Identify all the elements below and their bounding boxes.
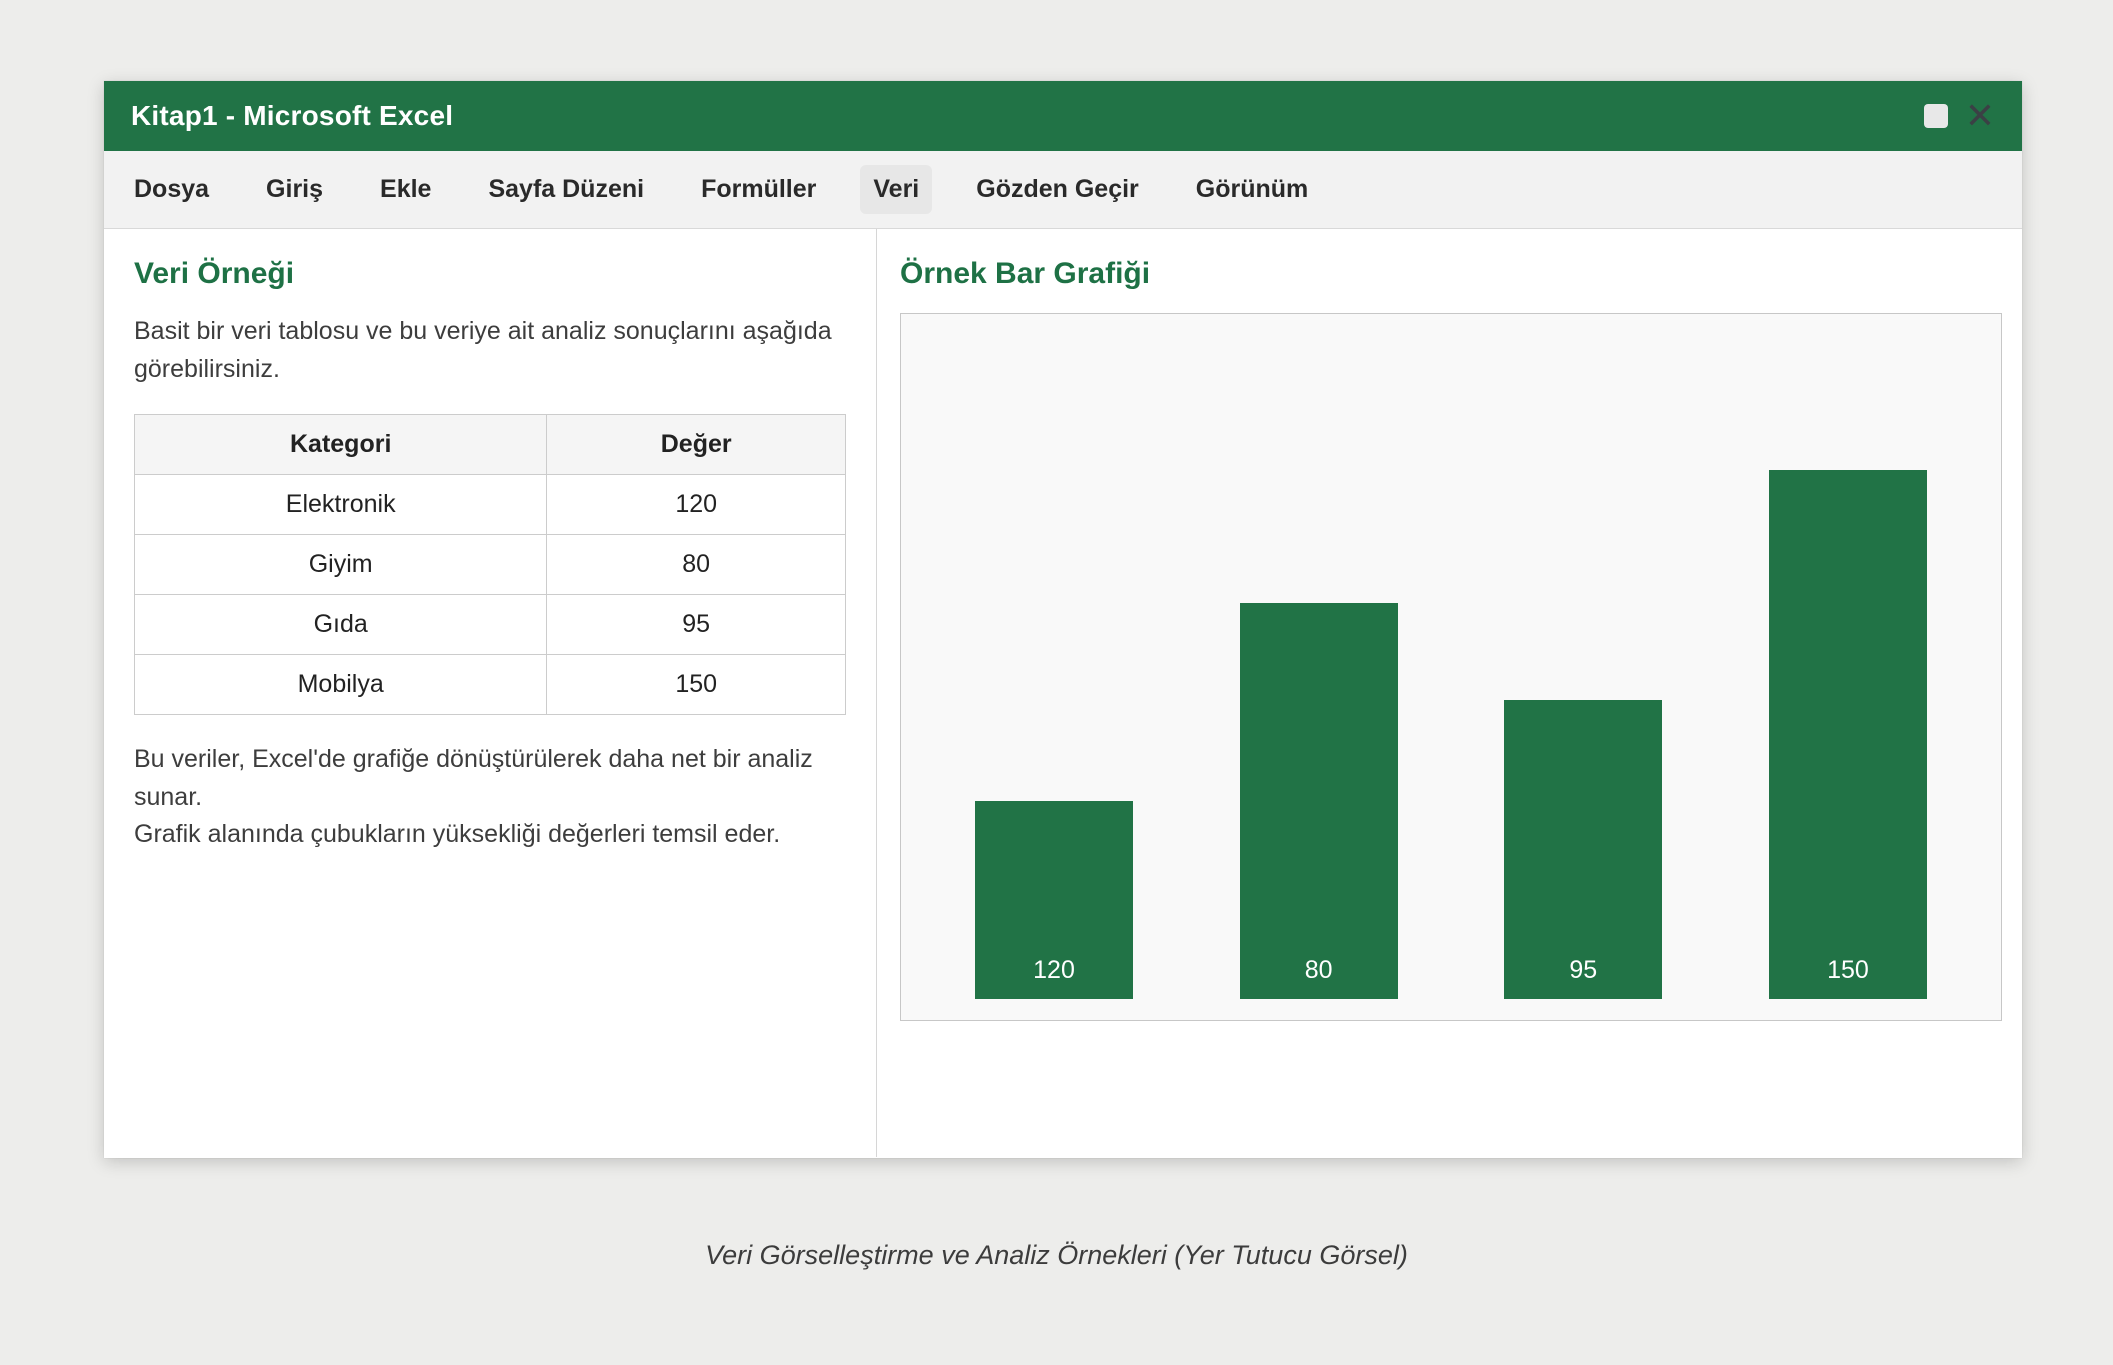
excel-window: Kitap1 - Microsoft Excel ✕ Dosya Giriş E…	[104, 81, 2022, 1158]
bar-giyim: 80	[1240, 603, 1398, 999]
menu-item-sayfa-duzeni[interactable]: Sayfa Düzeni	[475, 165, 657, 214]
cell-value: 150	[547, 655, 846, 715]
bar-mobilya: 150	[1769, 470, 1927, 999]
menu-item-veri[interactable]: Veri	[860, 165, 932, 214]
content-area: Veri Örneği Basit bir veri tablosu ve bu…	[104, 229, 2022, 1157]
maximize-icon[interactable]	[1924, 104, 1948, 128]
bar-elektronik: 120	[975, 801, 1133, 999]
menu-item-formuller[interactable]: Formüller	[688, 165, 829, 214]
intro-text: Basit bir veri tablosu ve bu veriye ait …	[134, 313, 846, 388]
data-panel-heading: Veri Örneği	[134, 257, 846, 291]
note-line-1: Bu veriler, Excel'de grafiğe dönüştürüle…	[134, 745, 813, 811]
column-header-deger: Değer	[547, 415, 846, 475]
cell-value: 95	[547, 595, 846, 655]
cell-category: Elektronik	[135, 475, 547, 535]
footer-caption: Veri Görselleştirme ve Analiz Örnekleri …	[0, 1240, 2113, 1271]
note-text: Bu veriler, Excel'de grafiğe dönüştürüle…	[134, 741, 846, 854]
cell-value: 120	[547, 475, 846, 535]
bar-gida: 95	[1504, 700, 1662, 999]
bar-value-label: 80	[1305, 956, 1333, 999]
menu-item-gozden-gecir[interactable]: Gözden Geçir	[963, 165, 1152, 214]
data-panel: Veri Örneği Basit bir veri tablosu ve bu…	[104, 229, 877, 1157]
page: Kitap1 - Microsoft Excel ✕ Dosya Giriş E…	[0, 0, 2113, 1365]
title-bar: Kitap1 - Microsoft Excel ✕	[104, 81, 2022, 151]
window-title: Kitap1 - Microsoft Excel	[131, 100, 453, 132]
window-controls: ✕	[1924, 98, 1995, 134]
menu-item-ekle[interactable]: Ekle	[367, 165, 444, 214]
bar-value-label: 150	[1827, 956, 1869, 999]
menu-item-dosya[interactable]: Dosya	[121, 165, 222, 214]
table-row: Mobilya 150	[135, 655, 846, 715]
table-header-row: Kategori Değer	[135, 415, 846, 475]
column-header-kategori: Kategori	[135, 415, 547, 475]
bar-chart: 120 80 95 150	[900, 313, 2002, 1021]
chart-panel-heading: Örnek Bar Grafiği	[900, 257, 2002, 291]
cell-value: 80	[547, 535, 846, 595]
table-row: Giyim 80	[135, 535, 846, 595]
menu-bar: Dosya Giriş Ekle Sayfa Düzeni Formüller …	[104, 151, 2022, 229]
cell-category: Mobilya	[135, 655, 547, 715]
bar-value-label: 95	[1569, 956, 1597, 999]
data-table: Kategori Değer Elektronik 120 Giyim 80	[134, 414, 846, 715]
menu-item-gorunum[interactable]: Görünüm	[1183, 165, 1322, 214]
close-icon[interactable]: ✕	[1965, 98, 1995, 134]
table-row: Elektronik 120	[135, 475, 846, 535]
cell-category: Gıda	[135, 595, 547, 655]
table-row: Gıda 95	[135, 595, 846, 655]
cell-category: Giyim	[135, 535, 547, 595]
note-line-2: Grafik alanında çubukların yüksekliği de…	[134, 820, 780, 848]
menu-item-giris[interactable]: Giriş	[253, 165, 336, 214]
bar-value-label: 120	[1033, 956, 1075, 999]
chart-panel: Örnek Bar Grafiği 120 80 95 150	[877, 229, 2022, 1157]
